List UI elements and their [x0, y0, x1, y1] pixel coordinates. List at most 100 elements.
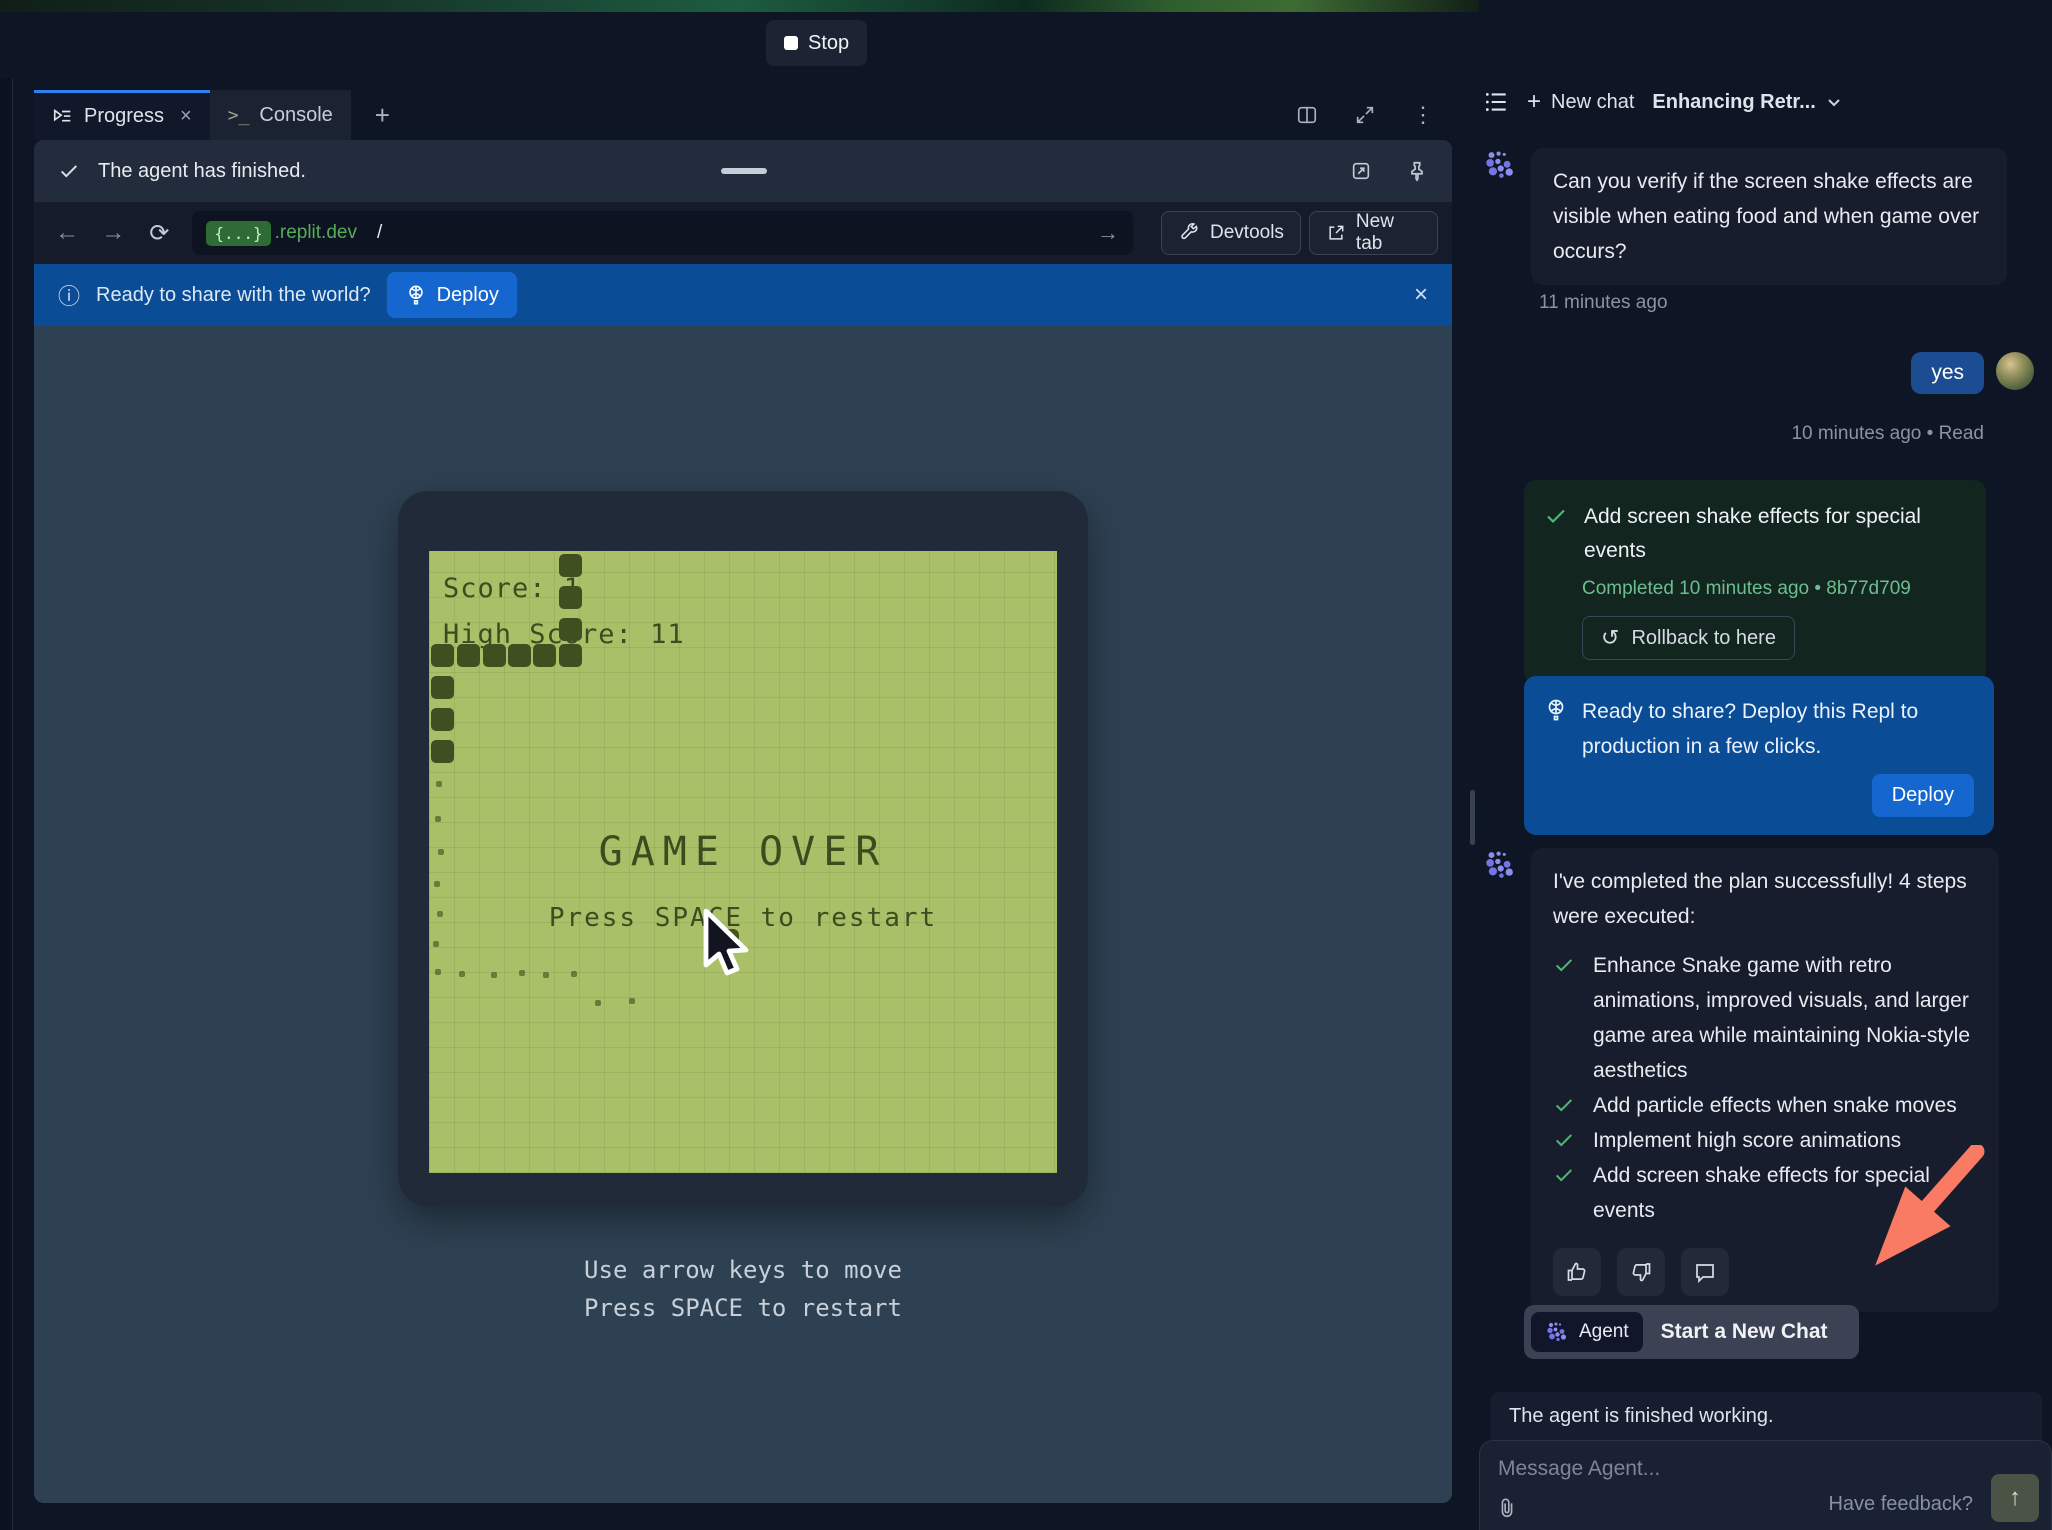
- snake-segment: [508, 644, 531, 667]
- deploy-card-button[interactable]: Deploy: [1872, 774, 1974, 817]
- thumbs-up-button[interactable]: [1553, 1248, 1601, 1296]
- plan-item: Implement high score animations: [1553, 1123, 1977, 1158]
- snake-segment: [431, 676, 454, 699]
- snake-segment: [431, 740, 454, 763]
- game-device-frame: Score: 1 High Score: 11 GAME OVER Press …: [398, 491, 1088, 1206]
- chat-history-icon[interactable]: [1483, 89, 1509, 115]
- particle: [629, 998, 635, 1004]
- chat-header: + New chat Enhancing Retr...: [1483, 88, 1842, 116]
- url-go-button[interactable]: →: [1097, 220, 1119, 246]
- user-reply-bubble: yes: [1911, 352, 1984, 394]
- agent-question-bubble: Can you verify if the screen shake effec…: [1531, 148, 2007, 285]
- particle: [595, 1000, 601, 1006]
- agent-chip-label: Agent: [1579, 1321, 1629, 1343]
- back-button[interactable]: ←: [48, 219, 86, 247]
- chat-scrollbar-thumb[interactable]: [1470, 790, 1475, 845]
- snake-segment: [533, 644, 556, 667]
- task-complete-card: Add screen shake effects for special eve…: [1524, 480, 1986, 684]
- tab-progress[interactable]: Progress ×: [34, 90, 210, 140]
- have-feedback-link[interactable]: Have feedback?: [1828, 1493, 1973, 1516]
- plan-checklist: Enhance Snake game with retro animations…: [1553, 948, 1977, 1228]
- agent-summary-row: I've completed the plan successfully! 4 …: [1483, 848, 1999, 1312]
- banner-deploy-label: Deploy: [437, 284, 499, 307]
- chat-title-text: Enhancing Retr...: [1652, 91, 1815, 114]
- devtools-button[interactable]: Devtools: [1161, 211, 1301, 255]
- particle: [434, 881, 440, 887]
- game-viewport: Score: 1 High Score: 11 GAME OVER Press …: [34, 326, 1452, 1503]
- expand-pane-icon[interactable]: [1354, 104, 1376, 126]
- message-input-placeholder: Message Agent...: [1498, 1457, 1660, 1481]
- wrench-icon: [1178, 222, 1200, 244]
- url-host: .replit.dev: [275, 222, 357, 244]
- agent-finished-note: The agent is finished working.: [1491, 1392, 2042, 1440]
- check-icon: [1553, 1123, 1579, 1158]
- left-dock-rail: [0, 78, 13, 1530]
- snake-segment: [559, 554, 582, 577]
- agent-logo-icon: [1545, 1320, 1569, 1344]
- url-bar[interactable]: {...} .replit.dev / →: [192, 211, 1133, 255]
- check-icon: [1553, 948, 1579, 1088]
- forward-button[interactable]: →: [94, 219, 132, 247]
- particle: [435, 969, 441, 975]
- deploy-banner: ⓘ Ready to share with the world? Deploy …: [34, 264, 1452, 326]
- comment-button[interactable]: [1681, 1248, 1729, 1296]
- tab-console[interactable]: >_ Console: [210, 90, 351, 140]
- pane-drag-pill[interactable]: [721, 168, 767, 174]
- message-input[interactable]: Message Agent... Have feedback? ↑: [1479, 1440, 2052, 1530]
- thumbs-down-button[interactable]: [1617, 1248, 1665, 1296]
- deploy-globe-icon: [405, 284, 427, 306]
- webview-header-icons: [1350, 160, 1428, 182]
- snake-segment: [483, 644, 506, 667]
- check-icon: [58, 160, 80, 182]
- reload-button[interactable]: ⟳: [140, 219, 178, 248]
- plus-icon: +: [1527, 88, 1541, 116]
- plan-item: Enhance Snake game with retro animations…: [1553, 948, 1977, 1088]
- particle: [433, 941, 439, 947]
- rollback-icon: ↺: [1601, 625, 1619, 651]
- rollback-button[interactable]: ↺ Rollback to here: [1582, 616, 1795, 660]
- agent-summary-bubble: I've completed the plan successfully! 4 …: [1531, 848, 1999, 1312]
- info-icon: ⓘ: [58, 279, 80, 311]
- snake-segment: [559, 644, 582, 667]
- banner-close-icon[interactable]: ×: [1414, 281, 1428, 309]
- check-icon: [1544, 500, 1568, 568]
- progress-icon: [52, 106, 74, 128]
- stop-icon: [784, 36, 798, 50]
- agent-message-row: Can you verify if the screen shake effec…: [1483, 148, 2007, 285]
- stop-button[interactable]: Stop: [766, 20, 867, 66]
- task-meta: Completed 10 minutes ago • 8b77d709: [1582, 578, 1966, 600]
- agent-avatar-icon: [1483, 848, 1517, 1312]
- plan-item-label: Enhance Snake game with retro animations…: [1593, 948, 1977, 1088]
- new-chat-button[interactable]: + New chat: [1527, 88, 1634, 116]
- pin-icon[interactable]: [1406, 160, 1428, 182]
- send-button[interactable]: ↑: [1991, 1474, 2039, 1522]
- game-over-text: GAME OVER: [429, 829, 1057, 875]
- deploy-promo-card: Ready to share? Deploy this Repl to prod…: [1524, 676, 1994, 835]
- question-timestamp: 11 minutes ago: [1539, 292, 1668, 314]
- game-screen[interactable]: Score: 1 High Score: 11 GAME OVER Press …: [429, 551, 1057, 1173]
- stop-label: Stop: [808, 32, 849, 55]
- plan-item-label: Add screen shake effects for special eve…: [1593, 1158, 1977, 1228]
- attachment-icon[interactable]: [1496, 1496, 1518, 1520]
- snake-segment: [431, 708, 454, 731]
- add-tab-button[interactable]: +: [351, 90, 414, 140]
- instructions-line1: Use arrow keys to move: [398, 1251, 1088, 1289]
- start-new-chat-button[interactable]: Agent Start a New Chat: [1524, 1305, 1859, 1359]
- url-subdomain-badge: {...}: [206, 221, 270, 246]
- plan-item: Add screen shake effects for special eve…: [1553, 1158, 1977, 1228]
- webview-header: The agent has finished.: [34, 140, 1452, 202]
- particle: [436, 781, 442, 787]
- banner-text: Ready to share with the world?: [96, 284, 371, 307]
- chat-title-dropdown[interactable]: Enhancing Retr...: [1652, 91, 1841, 114]
- browser-toolbar: ← → ⟳ {...} .replit.dev / → Devtools New…: [34, 202, 1452, 264]
- open-in-new-icon[interactable]: [1350, 160, 1372, 182]
- split-pane-icon[interactable]: [1296, 104, 1318, 126]
- snake-segment: [559, 618, 582, 641]
- tab-close-icon[interactable]: ×: [180, 105, 192, 128]
- webview-pane: The agent has finished. ← → ⟳ {...} .rep…: [34, 140, 1452, 1503]
- new-tab-button[interactable]: New tab: [1309, 211, 1438, 255]
- banner-deploy-button[interactable]: Deploy: [387, 272, 517, 318]
- kebab-menu-icon[interactable]: ⋮: [1412, 102, 1434, 128]
- tab-strip-actions: ⋮: [1296, 90, 1452, 140]
- particle: [435, 816, 441, 822]
